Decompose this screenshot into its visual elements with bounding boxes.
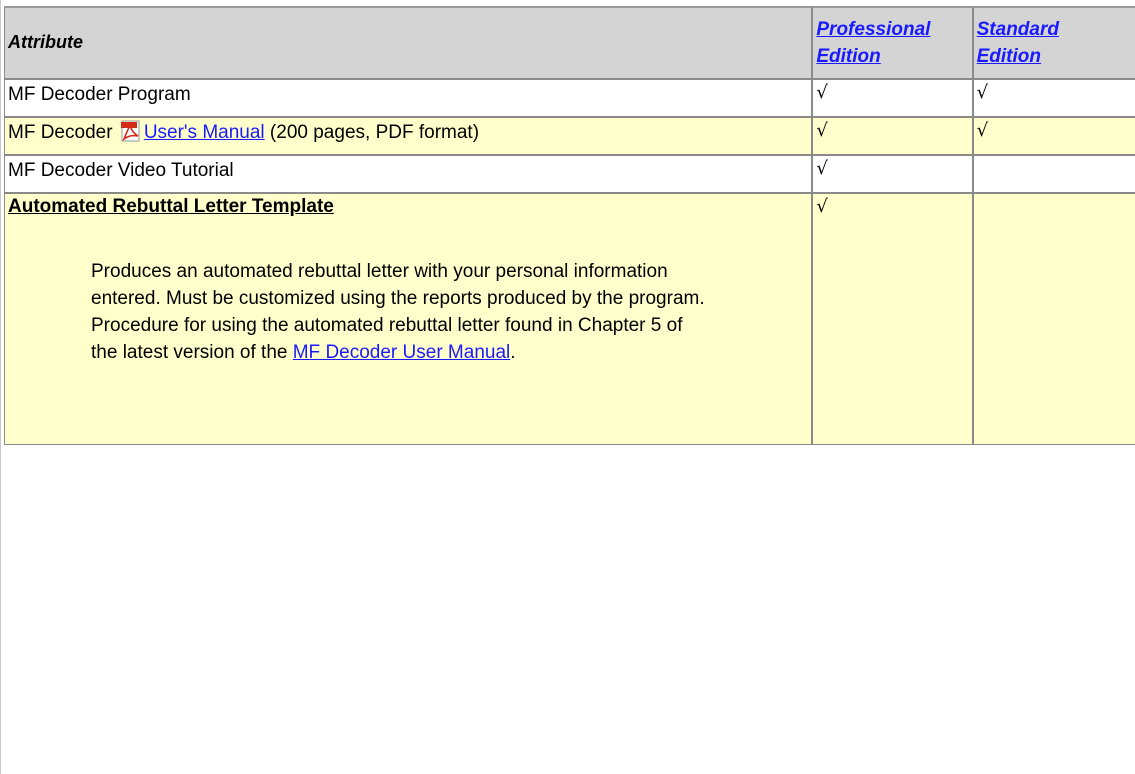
standard-edition-line1: Standard xyxy=(976,19,1059,40)
attribute-text: MF Decoder Program xyxy=(8,84,191,105)
standard-cell xyxy=(972,155,1135,193)
standard-edition-link[interactable]: Standard Edition xyxy=(977,16,1135,70)
description-end: . xyxy=(510,342,516,363)
professional-check-mark: √ xyxy=(816,120,828,141)
attribute-cell: Automated Rebuttal Letter Template Produ… xyxy=(4,193,813,445)
standard-cell: √ xyxy=(972,117,1135,155)
feature-description: Produces an automated rebuttal letter wi… xyxy=(91,258,711,366)
rebuttal-letter-template-link[interactable]: Automated Rebuttal Letter Template xyxy=(8,194,334,220)
attribute-cell: MF Decoder Video Tutorial xyxy=(4,155,813,193)
attribute-prefix: MF Decoder xyxy=(8,122,113,143)
attribute-suffix: (200 pages, PDF format) xyxy=(264,122,480,143)
table-row: Automated Rebuttal Letter Template Produ… xyxy=(4,193,1135,445)
professional-column-header: Professional Edition xyxy=(812,6,973,79)
users-manual-link[interactable]: User's Manual xyxy=(144,122,265,143)
professional-check-mark: √ xyxy=(816,82,828,103)
professional-edition-line2: Edition xyxy=(816,46,881,67)
pdf-icon[interactable] xyxy=(120,120,142,142)
professional-cell: √ xyxy=(812,193,973,445)
professional-cell: √ xyxy=(812,79,973,117)
professional-edition-line1: Professional xyxy=(816,19,931,40)
standard-check-mark: √ xyxy=(976,120,989,141)
attribute-cell: MF Decoder User's Manual (200 pages, PDF… xyxy=(4,117,813,155)
table-header-row: Attribute Professional Edition Standard … xyxy=(4,6,1135,79)
professional-cell: √ xyxy=(812,117,973,155)
professional-cell: √ xyxy=(812,155,973,193)
attribute-header-label: Attribute xyxy=(8,32,83,52)
table-row: MF Decoder Video Tutorial √ xyxy=(4,155,1135,193)
user-manual-link[interactable]: MF Decoder User Manual xyxy=(293,342,511,363)
table-row: MF Decoder Program √ √ xyxy=(4,79,1135,117)
edition-comparison-table: Attribute Professional Edition Standard … xyxy=(4,6,1135,445)
professional-edition-link[interactable]: Professional Edition xyxy=(816,16,968,70)
professional-check-mark: √ xyxy=(816,158,828,179)
standard-cell: √ xyxy=(972,79,1135,117)
professional-check-mark: √ xyxy=(816,196,828,217)
standard-cell xyxy=(972,193,1135,445)
attribute-text: MF Decoder User's Manual (200 pages, PDF… xyxy=(8,118,479,148)
attribute-text: MF Decoder Video Tutorial xyxy=(8,160,234,181)
standard-column-header: Standard Edition xyxy=(972,6,1135,79)
standard-edition-line2: Edition xyxy=(976,46,1042,67)
attribute-column-header: Attribute xyxy=(4,6,813,79)
page-left-edge xyxy=(0,0,1,774)
standard-check-mark: √ xyxy=(976,82,989,103)
attribute-cell: MF Decoder Program xyxy=(4,79,813,117)
table-row: MF Decoder User's Manual (200 pages, PDF… xyxy=(4,117,1135,155)
